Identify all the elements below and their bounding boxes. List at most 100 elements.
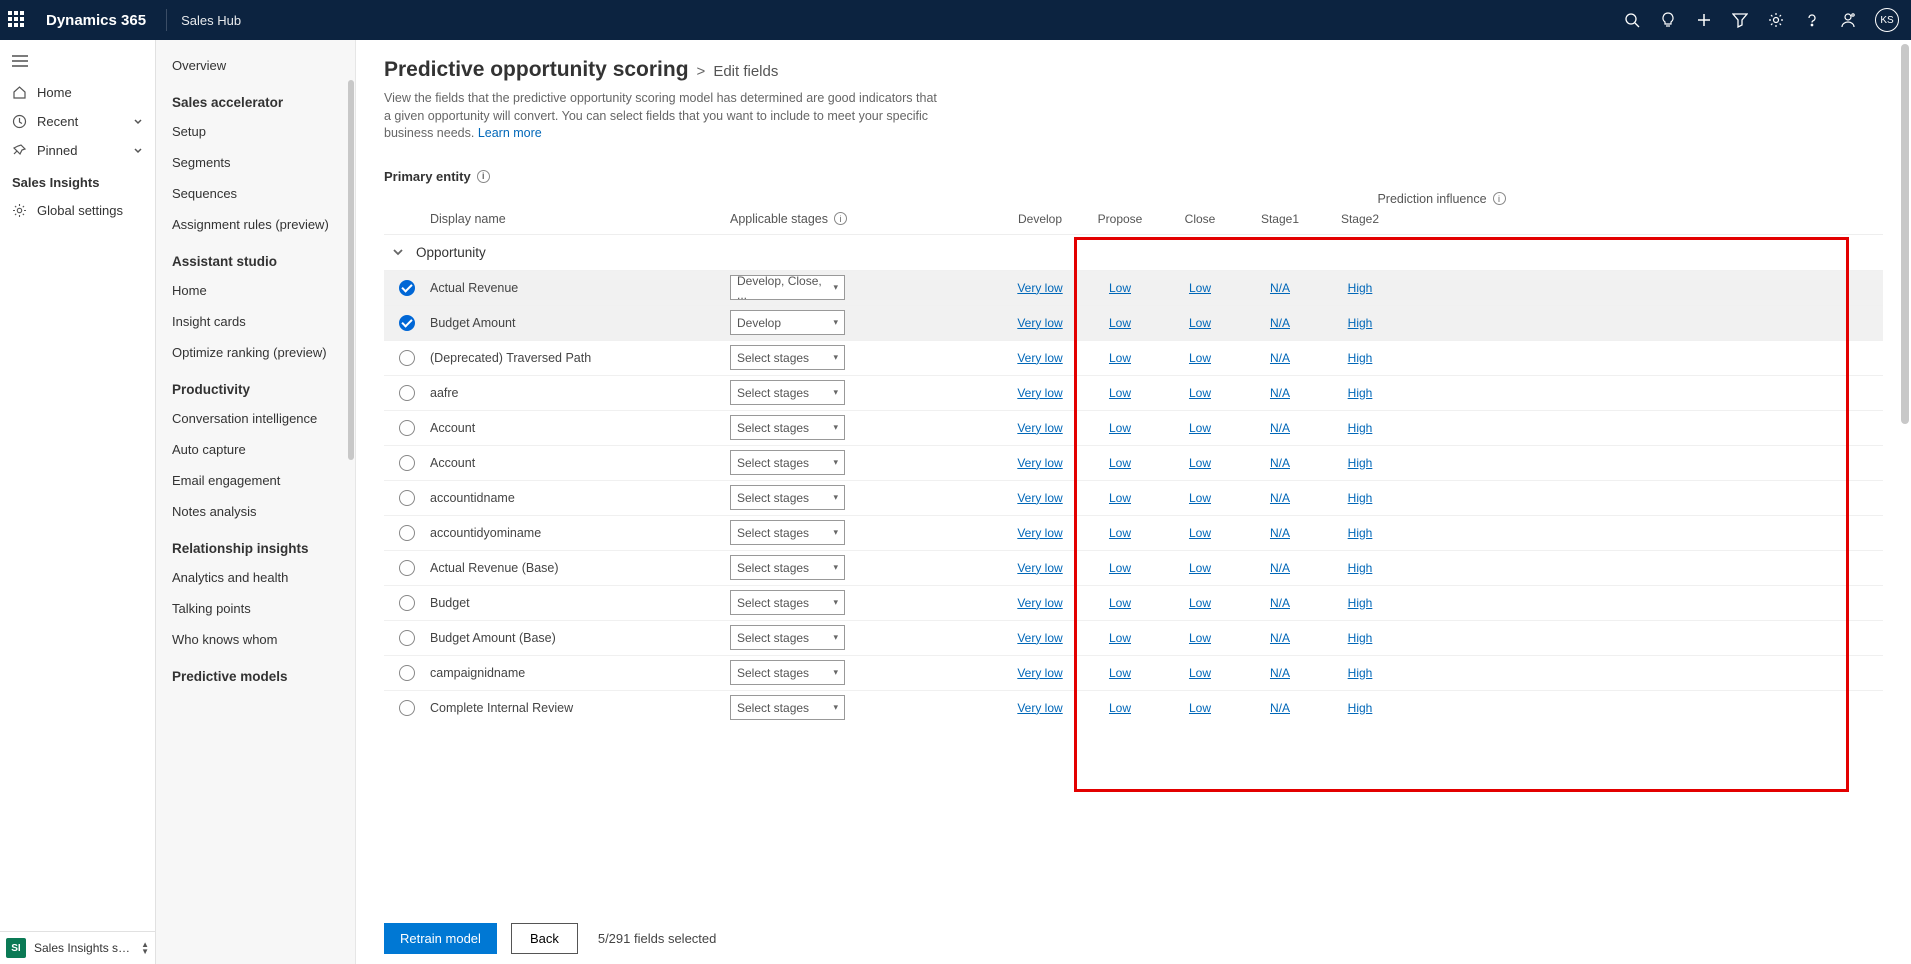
nav2-who[interactable]: Who knows whom (156, 624, 355, 655)
stage-dropdown[interactable]: Select stages▾ (730, 485, 845, 510)
app-launcher-icon[interactable] (8, 11, 26, 29)
row-checkbox[interactable] (399, 490, 415, 506)
influence-link[interactable]: Very low (1017, 666, 1062, 680)
influence-link[interactable]: Very low (1017, 386, 1062, 400)
help-icon[interactable] (1803, 11, 1821, 29)
influence-link[interactable]: Low (1109, 351, 1131, 365)
row-checkbox[interactable] (399, 700, 415, 716)
influence-link[interactable]: Low (1189, 561, 1211, 575)
lightbulb-icon[interactable] (1659, 11, 1677, 29)
influence-link[interactable]: N/A (1270, 561, 1290, 575)
influence-link[interactable]: N/A (1270, 456, 1290, 470)
filter-icon[interactable] (1731, 11, 1749, 29)
nav2-notes[interactable]: Notes analysis (156, 496, 355, 527)
nav-pinned[interactable]: Pinned (0, 136, 155, 165)
influence-link[interactable]: High (1348, 386, 1373, 400)
influence-link[interactable]: N/A (1270, 281, 1290, 295)
row-checkbox[interactable] (399, 385, 415, 401)
influence-link[interactable]: Low (1189, 386, 1211, 400)
plus-icon[interactable] (1695, 11, 1713, 29)
influence-link[interactable]: Very low (1017, 491, 1062, 505)
influence-link[interactable]: N/A (1270, 351, 1290, 365)
influence-link[interactable]: Low (1109, 561, 1131, 575)
influence-link[interactable]: N/A (1270, 316, 1290, 330)
stage-dropdown[interactable]: Develop▾ (730, 310, 845, 335)
influence-link[interactable]: Low (1189, 351, 1211, 365)
influence-link[interactable]: Low (1109, 701, 1131, 715)
stage-dropdown[interactable]: Develop, Close, ...▾ (730, 275, 845, 300)
influence-link[interactable]: Low (1189, 631, 1211, 645)
influence-link[interactable]: N/A (1270, 421, 1290, 435)
influence-link[interactable]: Low (1109, 666, 1131, 680)
influence-link[interactable]: Very low (1017, 281, 1062, 295)
influence-link[interactable]: Low (1189, 491, 1211, 505)
influence-link[interactable]: Low (1109, 316, 1131, 330)
influence-link[interactable]: High (1348, 631, 1373, 645)
stage-dropdown[interactable]: Select stages▾ (730, 625, 845, 650)
info-icon[interactable]: i (1493, 192, 1506, 205)
influence-link[interactable]: High (1348, 351, 1373, 365)
nav2-segments[interactable]: Segments (156, 147, 355, 178)
influence-link[interactable]: High (1348, 561, 1373, 575)
influence-link[interactable]: N/A (1270, 386, 1290, 400)
influence-link[interactable]: N/A (1270, 596, 1290, 610)
nav2-conv[interactable]: Conversation intelligence (156, 403, 355, 434)
influence-link[interactable]: Low (1189, 666, 1211, 680)
gear-icon[interactable] (1767, 11, 1785, 29)
scrollbar-thumb[interactable] (1901, 44, 1909, 424)
influence-link[interactable]: Low (1189, 526, 1211, 540)
influence-link[interactable]: High (1348, 281, 1373, 295)
area-switcher[interactable]: SI Sales Insights sett... ▲▼ (0, 931, 155, 964)
nav2-assignment[interactable]: Assignment rules (preview) (156, 209, 355, 240)
row-checkbox[interactable] (399, 525, 415, 541)
influence-link[interactable]: Very low (1017, 316, 1062, 330)
influence-link[interactable]: Very low (1017, 421, 1062, 435)
influence-link[interactable]: Low (1109, 281, 1131, 295)
search-icon[interactable] (1623, 11, 1641, 29)
influence-link[interactable]: High (1348, 526, 1373, 540)
stage-dropdown[interactable]: Select stages▾ (730, 450, 845, 475)
row-checkbox[interactable] (399, 560, 415, 576)
nav2-setup[interactable]: Setup (156, 116, 355, 147)
avatar[interactable]: KS (1875, 8, 1899, 32)
row-checkbox[interactable] (399, 665, 415, 681)
influence-link[interactable]: Very low (1017, 351, 1062, 365)
nav2-sequences[interactable]: Sequences (156, 178, 355, 209)
scrollbar-thumb[interactable] (348, 80, 354, 460)
influence-link[interactable]: Low (1189, 701, 1211, 715)
stage-dropdown[interactable]: Select stages▾ (730, 415, 845, 440)
nav2-email[interactable]: Email engagement (156, 465, 355, 496)
influence-link[interactable]: High (1348, 491, 1373, 505)
influence-link[interactable]: N/A (1270, 701, 1290, 715)
nav2-auto[interactable]: Auto capture (156, 434, 355, 465)
influence-link[interactable]: Very low (1017, 631, 1062, 645)
nav2-optimize[interactable]: Optimize ranking (preview) (156, 337, 355, 368)
row-checkbox[interactable] (399, 420, 415, 436)
stage-dropdown[interactable]: Select stages▾ (730, 695, 845, 720)
influence-link[interactable]: High (1348, 456, 1373, 470)
retrain-button[interactable]: Retrain model (384, 923, 497, 954)
influence-link[interactable]: Low (1109, 421, 1131, 435)
stage-dropdown[interactable]: Select stages▾ (730, 660, 845, 685)
influence-link[interactable]: Low (1109, 526, 1131, 540)
influence-link[interactable]: N/A (1270, 666, 1290, 680)
influence-link[interactable]: Low (1189, 316, 1211, 330)
stage-dropdown[interactable]: Select stages▾ (730, 380, 845, 405)
influence-link[interactable]: N/A (1270, 491, 1290, 505)
assistant-icon[interactable] (1839, 11, 1857, 29)
nav2-talking[interactable]: Talking points (156, 593, 355, 624)
hub-label[interactable]: Sales Hub (181, 13, 241, 28)
influence-link[interactable]: Low (1109, 386, 1131, 400)
entity-row[interactable]: Opportunity (384, 234, 1883, 270)
influence-link[interactable]: High (1348, 316, 1373, 330)
stage-dropdown[interactable]: Select stages▾ (730, 345, 845, 370)
nav-global-settings[interactable]: Global settings (0, 196, 155, 225)
influence-link[interactable]: Very low (1017, 561, 1062, 575)
influence-link[interactable]: Low (1109, 491, 1131, 505)
nav-recent[interactable]: Recent (0, 107, 155, 136)
row-checkbox[interactable] (399, 455, 415, 471)
info-icon[interactable]: i (834, 212, 847, 225)
influence-link[interactable]: Very low (1017, 456, 1062, 470)
back-button[interactable]: Back (511, 923, 578, 954)
influence-link[interactable]: Low (1109, 631, 1131, 645)
